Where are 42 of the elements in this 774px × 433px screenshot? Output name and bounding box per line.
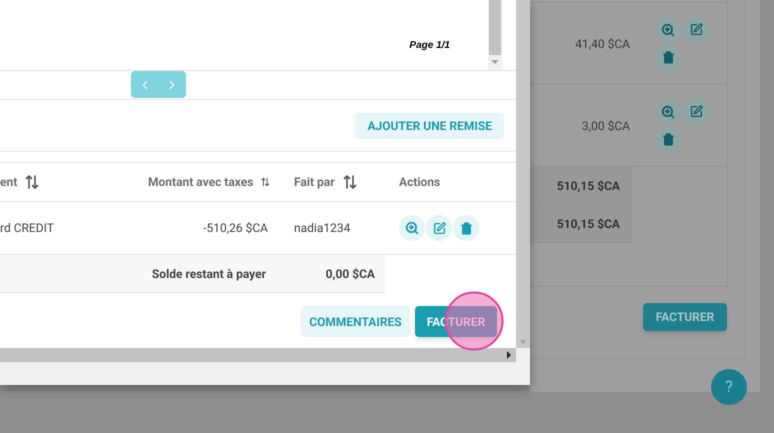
- sort-icon[interactable]: [342, 174, 357, 190]
- edit-button[interactable]: [426, 215, 452, 241]
- pencil-icon: [432, 222, 446, 234]
- total-text: 510,15 $CA: [556, 178, 620, 194]
- magnifier-icon: [405, 221, 419, 235]
- zoom-button[interactable]: [655, 98, 681, 124]
- background-invoice-button[interactable]: FACTURER: [643, 303, 727, 331]
- magnifier-icon: [661, 22, 675, 36]
- horizontal-scrollbar[interactable]: [0, 348, 516, 362]
- add-discount-button[interactable]: AJOUTER UNE REMISE: [355, 112, 504, 138]
- pencil-icon: [690, 105, 702, 118]
- vertical-scrollbar[interactable]: [516, 0, 530, 348]
- table-cell-text: -510,26 $CA: [203, 220, 269, 237]
- table-cell-text: rd CREDIT: [0, 220, 54, 237]
- balance-value: 0,00 $CA: [326, 266, 376, 282]
- scroll-right-icon[interactable]: [505, 350, 513, 360]
- column-header: Fait par: [294, 174, 335, 191]
- edit-button[interactable]: [683, 16, 709, 42]
- page-number: Page 1/1: [409, 39, 450, 53]
- amount-text: 3,00 $CA: [581, 118, 630, 134]
- total-text: 510,15 $CA: [556, 216, 620, 232]
- sort-icon[interactable]: [25, 174, 40, 190]
- magnifier-icon: [661, 104, 675, 118]
- comments-button[interactable]: COMMENTAIRES: [301, 306, 410, 337]
- column-header: ent: [0, 174, 18, 191]
- edit-button[interactable]: [683, 98, 709, 124]
- trash-icon: [662, 51, 674, 64]
- zoom-button[interactable]: [655, 16, 681, 42]
- column-header: Actions: [398, 174, 440, 191]
- pencil-icon: [690, 23, 702, 36]
- delete-button[interactable]: [655, 44, 681, 70]
- balance-label: Solde restant à payer: [152, 266, 267, 282]
- table-cell-text: nadia1234: [293, 220, 350, 237]
- zoom-button[interactable]: [399, 215, 425, 241]
- preview-scrollbar[interactable]: [488, 0, 502, 70]
- trash-icon: [662, 133, 674, 146]
- help-button[interactable]: ?: [711, 369, 747, 405]
- amount-text: 41,40 $CA: [574, 36, 630, 52]
- trash-icon: [460, 222, 472, 234]
- delete-button[interactable]: [655, 126, 681, 152]
- column-header: Montant avec taxes: [148, 174, 254, 191]
- delete-button[interactable]: [453, 215, 479, 241]
